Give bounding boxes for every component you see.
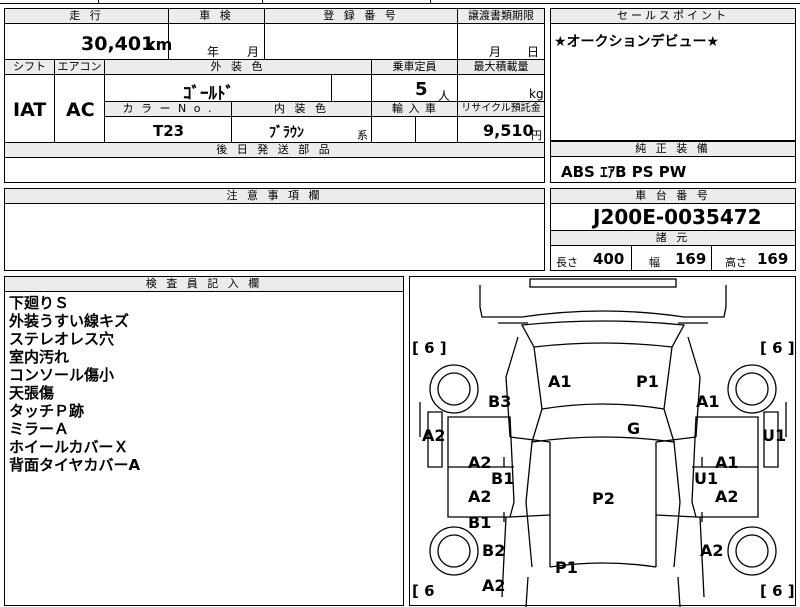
recycle-value: 9,510 [483,121,534,140]
registration-header: 登 録 番 号 [265,9,457,23]
width-value: 169 [675,250,707,268]
notes-header: 注 意 事 項 欄 [5,189,544,203]
label-right-rear-door: A2 [715,487,739,506]
top-strip-divider [98,0,99,4]
label-tailgate: P1 [555,558,578,577]
sales-point-header: セールスポイント [551,9,795,23]
interior-color-suffix: 系 [357,129,368,142]
capacity-value: 5 [415,79,428,100]
transfer-header: 譲渡書類期限 [458,9,544,23]
height-label: 高さ [725,256,747,269]
color-no-header: カ ラ ー N o . [105,102,231,116]
capacity-header: 乗車定員 [372,60,457,74]
top-strip-line [0,3,800,4]
equipment-text: ABS ｴｱB PS PW [561,163,687,181]
recycle-unit: 円 [531,129,542,142]
label-front-right-fender: A1 [696,392,720,411]
vehicle-info-table: 走 行 車 検 登 録 番 号 譲渡書類期限 30,401 km 年 月 月 日… [4,8,545,183]
remark-line: コンソール傷小 [9,366,115,384]
label-rear-right-fender: A2 [700,541,724,560]
remark-line: 外装うすい線キズ [9,312,130,330]
tire-rear-right-mark: [ 6 ] [760,582,795,600]
length-value: 400 [593,250,625,268]
inspector-remarks: 下廻りＳ 外装うすい線キズ ステレオレス穴 室内汚れ コンソール傷小 天張傷 タ… [9,294,140,474]
mileage-value: 30,401 [81,33,155,55]
transfer-day-label: 日 [527,45,540,59]
shift-value: IAT [13,99,47,121]
label-right-front-door: A1 [715,453,739,472]
label-left-rear-door: A2 [468,487,492,506]
interior-color-value: ﾌﾞﾗｳﾝ [269,125,304,141]
max-load-header: 最大積載量 [458,60,544,74]
import-header: 輸 入 車 [372,102,457,116]
remark-line: 背面タイヤカバーA [9,456,141,474]
mileage-header: 走 行 [5,9,168,23]
tire-rear-left-mark: [ 6 [412,582,435,600]
equipment-box: 純 正 装 備 ABS ｴｱB PS PW [550,141,796,183]
top-strip-divider [430,0,431,4]
remark-line: ミラーＡ [9,420,70,438]
label-left-mirror: A2 [422,426,446,445]
remark-line: ステレオレス穴 [9,330,115,348]
transfer-month-label: 月 [489,45,502,59]
inspection-year-label: 年 [207,45,220,59]
label-right-mirror: U1 [762,426,787,445]
sales-point-text: ★オークションデビュー★ [554,34,720,50]
shift-header: シフト [5,60,54,74]
recycle-header: リサイクル預託金 [458,102,544,116]
remark-line: タッチＰ跡 [9,402,85,420]
ac-value: AC [66,99,95,121]
chassis-box: 車 台 番 号 J200E-0035472 諸 元 長さ 400 幅 169 高… [550,188,796,271]
chassis-header: 車 台 番 号 [551,189,795,203]
later-parts-header: 後 日 発 送 部 品 [5,143,544,157]
remark-line: 室内汚れ [9,348,70,366]
max-load-unit: kg [529,87,544,101]
ac-header: エアコン [55,60,104,74]
remark-line: 天張傷 [9,384,55,402]
label-rear-left-corner: A2 [482,576,506,595]
exterior-color-header: 外 装 色 [105,60,371,74]
length-label: 長さ [556,256,578,269]
label-right-front-door-b: U1 [694,469,719,488]
tire-front-right-mark: [ 6 ] [760,339,795,357]
label-hood-right: P1 [636,372,659,391]
remark-line: ホイールカバーＸ [9,438,129,456]
inspection-header: 車 検 [169,9,264,23]
specs-header: 諸 元 [551,231,795,245]
width-label: 幅 [649,256,660,269]
height-value: 169 [757,250,789,268]
top-strip-divider [262,0,263,4]
label-front-left-fender: B3 [488,392,512,411]
label-roof: P2 [592,489,615,508]
label-left-rear-door-b: B1 [468,513,492,532]
car-outline-diagram [419,278,787,607]
inspector-header: 検 査 員 記 入 欄 [5,277,403,291]
equipment-header: 純 正 装 備 [551,142,795,156]
label-left-front-door-b: B1 [491,469,515,488]
color-no-value: T23 [153,122,185,140]
label-windshield: G [627,419,641,438]
chassis-number: J200E-0035472 [593,205,762,229]
tire-front-left-mark: [ 6 ] [412,339,447,357]
label-left-front-door: A2 [468,453,492,472]
inspection-month-label: 月 [247,45,260,59]
car-diagram-box: [ 6 ] [ 6 ] [ 6 [ 6 ] A1 P1 B3 A1 A2 U1 … [409,276,796,607]
inspector-box: 検 査 員 記 入 欄 下廻りＳ 外装うすい線キズ ステレオレス穴 室内汚れ コ… [4,276,404,606]
sales-point-box: セールスポイント ★オークションデビュー★ [550,8,796,141]
interior-color-header: 内 装 色 [232,102,371,116]
remark-line: 下廻りＳ [9,294,70,312]
label-rear-left-fender: B2 [482,541,506,560]
label-hood-left: A1 [548,372,572,391]
notes-box: 注 意 事 項 欄 [4,188,545,271]
